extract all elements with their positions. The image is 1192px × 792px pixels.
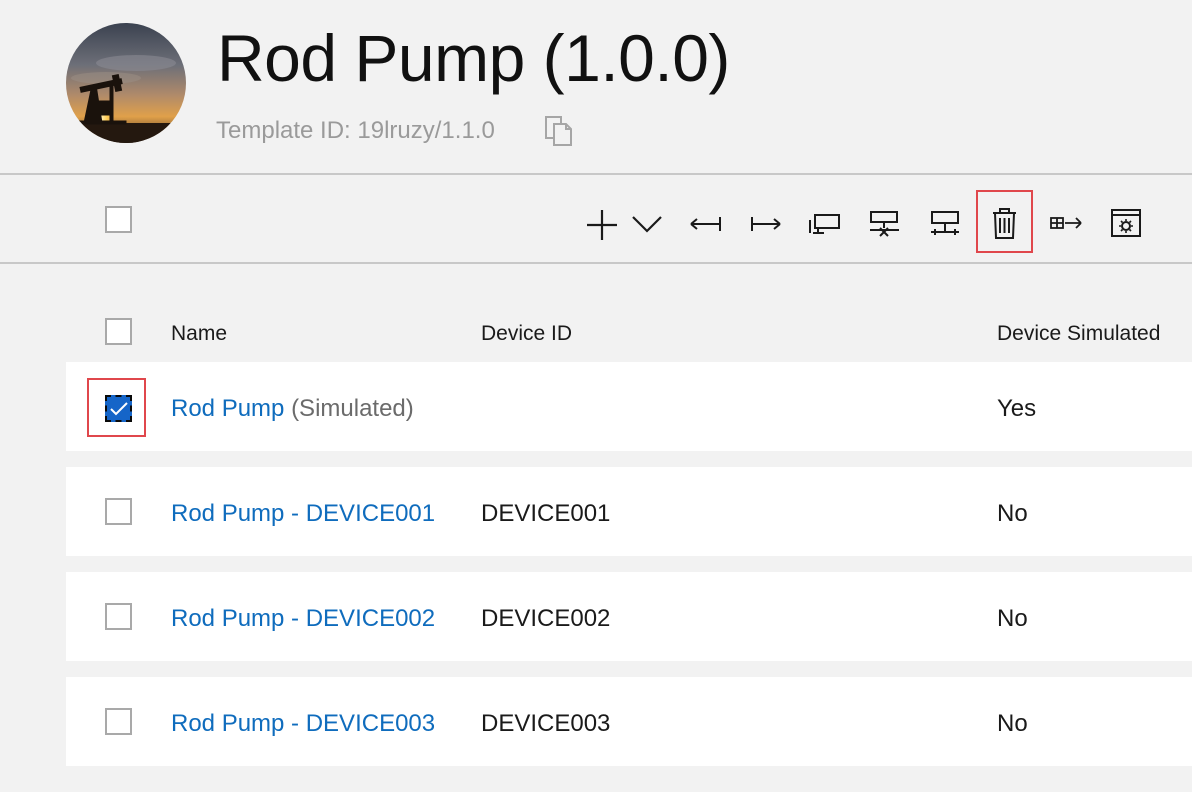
add-icon[interactable]: [584, 200, 624, 244]
device-name-link[interactable]: Rod Pump - DEVICE002: [171, 605, 435, 632]
row-name-cell: Rod Pump - DEVICE001: [171, 498, 435, 530]
simulated-suffix: (Simulated): [291, 395, 414, 422]
row-device-simulated: No: [997, 500, 1028, 527]
row-checkbox[interactable]: [105, 498, 132, 525]
oil-pump-sunset-photo: [66, 23, 186, 143]
row-name-cell: Rod Pump (Simulated): [171, 393, 414, 425]
device-name-link[interactable]: Rod Pump - DEVICE003: [171, 710, 435, 737]
chevron-down-icon[interactable]: [630, 200, 670, 244]
row-device-simulated: No: [997, 710, 1028, 737]
device-connect-icon[interactable]: [808, 200, 848, 244]
settings-window-icon[interactable]: [1108, 200, 1148, 244]
export-icon[interactable]: [748, 200, 788, 244]
network-device-icon[interactable]: [926, 200, 966, 244]
row-checkbox[interactable]: [105, 603, 132, 630]
column-header-name[interactable]: Name: [171, 319, 227, 349]
row-name-cell: Rod Pump - DEVICE003: [171, 708, 435, 740]
row-device-id: DEVICE002: [481, 605, 611, 632]
row-device-id: DEVICE003: [481, 710, 611, 737]
column-header-device-simulated[interactable]: Device Simulated: [997, 319, 1160, 349]
header-divider: [0, 173, 1192, 175]
device-name-link[interactable]: Rod Pump: [171, 395, 284, 422]
template-id-label: Template ID: 19lruzy/1.1.0: [216, 117, 495, 144]
import-icon[interactable]: [688, 200, 728, 244]
copy-icon[interactable]: [543, 114, 575, 148]
device-name-link[interactable]: Rod Pump - DEVICE001: [171, 500, 435, 527]
row-checkbox[interactable]: [105, 395, 132, 422]
column-header-device-id[interactable]: Device ID: [481, 319, 572, 349]
toolbar-divider: [0, 262, 1192, 264]
page-title: Rod Pump (1.0.0): [217, 21, 730, 95]
template-avatar: [66, 23, 186, 143]
select-all-rows-checkbox[interactable]: [105, 318, 132, 345]
row-device-id: DEVICE001: [481, 500, 611, 527]
row-name-cell: Rod Pump - DEVICE002: [171, 603, 435, 635]
row-device-simulated: No: [997, 605, 1028, 632]
device-block-icon[interactable]: [866, 200, 906, 244]
select-all-toolbar-checkbox[interactable]: [105, 206, 132, 233]
page-header: Rod Pump (1.0.0) Template ID: 19lruzy/1.…: [0, 0, 1192, 174]
row-checkbox[interactable]: [105, 708, 132, 735]
migrate-icon[interactable]: [1048, 200, 1088, 244]
row-device-simulated: Yes: [997, 395, 1037, 422]
delete-icon[interactable]: [988, 200, 1028, 244]
checkmark-icon: [110, 402, 128, 416]
